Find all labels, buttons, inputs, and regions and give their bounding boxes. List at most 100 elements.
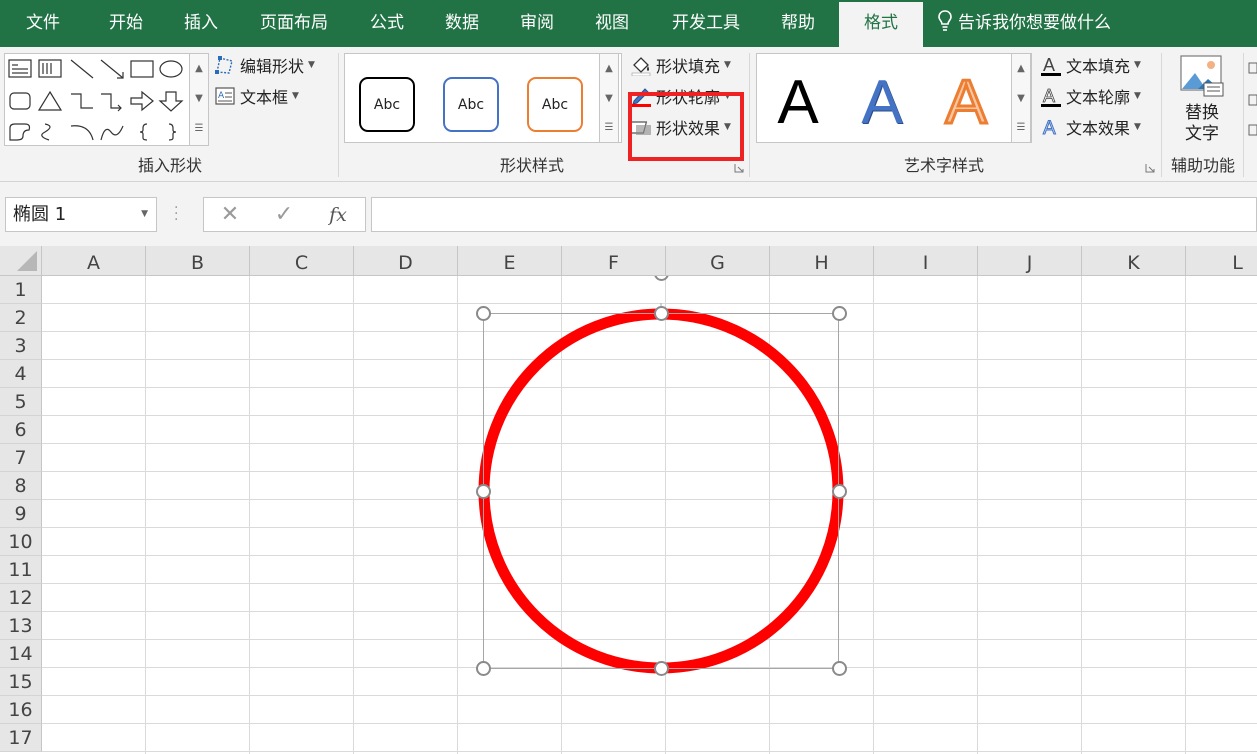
formula-input[interactable] bbox=[371, 197, 1257, 232]
row-header-5[interactable]: 5 bbox=[0, 388, 42, 416]
tab-help[interactable]: 帮助 bbox=[768, 0, 828, 47]
column-header-b[interactable]: B bbox=[146, 246, 250, 276]
dialog-launcher-icon[interactable] bbox=[734, 163, 744, 173]
cancel-entry-icon[interactable]: ✕ bbox=[210, 198, 250, 231]
insert-function-button[interactable]: fx bbox=[318, 198, 358, 231]
shapes-gallery-more-button[interactable]: ☰ bbox=[190, 114, 208, 143]
shape-styles-up-button[interactable]: ▲ bbox=[600, 54, 618, 83]
shape-style-preset-2[interactable]: Abc bbox=[443, 77, 499, 132]
text-box-label: 文本框 bbox=[240, 88, 289, 107]
column-header-k[interactable]: K bbox=[1082, 246, 1186, 276]
select-all-button[interactable] bbox=[0, 246, 42, 276]
pen-icon bbox=[630, 85, 652, 107]
arrange-group-partial-icon[interactable] bbox=[1248, 61, 1257, 141]
row-header-15[interactable]: 15 bbox=[0, 668, 42, 696]
row-header-9[interactable]: 9 bbox=[0, 500, 42, 528]
row-header-8[interactable]: 8 bbox=[0, 472, 42, 500]
shapes-gallery-down-button[interactable]: ▼ bbox=[190, 84, 208, 113]
column-header-e[interactable]: E bbox=[458, 246, 562, 276]
column-header-l[interactable]: L bbox=[1186, 246, 1257, 276]
shape-style-preset-1[interactable]: Abc bbox=[359, 77, 415, 132]
column-header-g[interactable]: G bbox=[666, 246, 770, 276]
column-header-f[interactable]: F bbox=[562, 246, 666, 276]
column-gridline bbox=[1185, 276, 1186, 754]
column-header-d[interactable]: D bbox=[354, 246, 458, 276]
text-fill-button[interactable]: A 文本填充 ▼ bbox=[1040, 51, 1141, 79]
tab-home[interactable]: 开始 bbox=[96, 0, 156, 47]
text-effects-button[interactable]: A 文本效果 ▼ bbox=[1040, 113, 1141, 141]
confirm-entry-icon[interactable]: ✓ bbox=[264, 198, 304, 231]
group-separator bbox=[1161, 53, 1162, 177]
tab-developer[interactable]: 开发工具 bbox=[660, 0, 752, 47]
shape-fill-button[interactable]: 形状填充 ▼ bbox=[630, 51, 731, 79]
shape-styles-down-button[interactable]: ▼ bbox=[600, 84, 618, 113]
shape-styles-more-button[interactable]: ☰ bbox=[600, 113, 618, 142]
wordart-preset-3[interactable]: A bbox=[927, 62, 1005, 142]
column-header-a[interactable]: A bbox=[42, 246, 146, 276]
row-header-6[interactable]: 6 bbox=[0, 416, 42, 444]
worksheet-grid[interactable]: A B C D E F G H I J K L 1 2 3 4 5 6 7 8 9 10 11 12 13 14 15 16 17 bbox=[0, 246, 1257, 754]
row-header-11[interactable]: 11 bbox=[0, 556, 42, 584]
shape-effects-button[interactable]: 形状效果 ▼ bbox=[630, 113, 731, 141]
wordart-down-button[interactable]: ▼ bbox=[1012, 84, 1030, 113]
resize-handle-left[interactable] bbox=[476, 484, 491, 499]
formula-bar-grip-icon[interactable]: · · · bbox=[174, 201, 178, 227]
shapes-gallery-grid bbox=[8, 59, 184, 141]
row-header-16[interactable]: 16 bbox=[0, 696, 42, 724]
column-header-i[interactable]: I bbox=[874, 246, 978, 276]
row-header-17[interactable]: 17 bbox=[0, 724, 42, 752]
shape-effects-label: 形状效果 bbox=[656, 119, 721, 138]
column-header-j[interactable]: J bbox=[978, 246, 1082, 276]
row-header-13[interactable]: 13 bbox=[0, 612, 42, 640]
tab-review[interactable]: 审阅 bbox=[507, 0, 567, 47]
tab-format[interactable]: 格式 bbox=[839, 2, 923, 47]
shape-outline-button[interactable]: 形状轮廓 ▼ bbox=[630, 82, 731, 110]
text-box-button[interactable]: A 文本框 ▼ bbox=[214, 82, 299, 110]
resize-handle-right[interactable] bbox=[832, 484, 847, 499]
resize-handle-top-right[interactable] bbox=[832, 306, 847, 321]
svg-text:A: A bbox=[1043, 86, 1055, 106]
ribbon-tab-bar: 文件 开始 插入 页面布局 公式 数据 审阅 视图 开发工具 帮助 格式 告诉我… bbox=[0, 0, 1257, 47]
column-header-c[interactable]: C bbox=[250, 246, 354, 276]
column-gridline bbox=[353, 276, 354, 754]
wordart-preset-2[interactable]: A bbox=[843, 62, 921, 142]
row-header-14[interactable]: 14 bbox=[0, 640, 42, 668]
text-effects-label: 文本效果 bbox=[1066, 119, 1131, 138]
name-box[interactable]: 椭圆 1 ▼ bbox=[5, 197, 157, 232]
edit-shape-button[interactable]: 编辑形状 ▼ bbox=[214, 51, 315, 79]
resize-handle-top[interactable] bbox=[654, 306, 669, 321]
tab-page-layout[interactable]: 页面布局 bbox=[249, 0, 339, 47]
dialog-launcher-icon[interactable] bbox=[1145, 163, 1155, 173]
text-outline-button[interactable]: A 文本轮廓 ▼ bbox=[1040, 82, 1141, 110]
shape-outline-label: 形状轮廓 bbox=[656, 88, 721, 107]
svg-text:A: A bbox=[1043, 55, 1055, 75]
resize-handle-bottom-right[interactable] bbox=[832, 661, 847, 676]
row-header-2[interactable]: 2 bbox=[0, 304, 42, 332]
wordart-up-button[interactable]: ▲ bbox=[1012, 54, 1030, 83]
row-header-10[interactable]: 10 bbox=[0, 528, 42, 556]
alt-text-button[interactable]: 替换 文字 bbox=[1170, 53, 1234, 149]
resize-handle-bottom-left[interactable] bbox=[476, 661, 491, 676]
tell-me-search[interactable]: 告诉我你想要做什么 bbox=[938, 0, 1111, 47]
row-header-3[interactable]: 3 bbox=[0, 332, 42, 360]
resize-handle-top-left[interactable] bbox=[476, 306, 491, 321]
row-header-1[interactable]: 1 bbox=[0, 276, 42, 304]
tab-formulas[interactable]: 公式 bbox=[357, 0, 417, 47]
row-header-4[interactable]: 4 bbox=[0, 360, 42, 388]
shape-styles-group-label: 形状样式 bbox=[499, 156, 564, 175]
wordart-more-button[interactable]: ☰ bbox=[1012, 113, 1030, 142]
tab-file[interactable]: 文件 bbox=[14, 0, 72, 47]
row-header-7[interactable]: 7 bbox=[0, 444, 42, 472]
tab-data[interactable]: 数据 bbox=[432, 0, 492, 47]
wordart-preset-1[interactable]: A bbox=[759, 62, 837, 142]
row-header-12[interactable]: 12 bbox=[0, 584, 42, 612]
shapes-gallery-up-button[interactable]: ▲ bbox=[190, 54, 208, 83]
group-separator bbox=[338, 53, 339, 177]
resize-handle-bottom[interactable] bbox=[654, 661, 669, 676]
shape-style-preset-3[interactable]: Abc bbox=[527, 77, 583, 132]
tab-view[interactable]: 视图 bbox=[582, 0, 642, 47]
row-gridline bbox=[42, 723, 1257, 724]
tab-insert[interactable]: 插入 bbox=[171, 0, 231, 47]
column-header-h[interactable]: H bbox=[770, 246, 874, 276]
group-separator bbox=[1243, 53, 1244, 177]
